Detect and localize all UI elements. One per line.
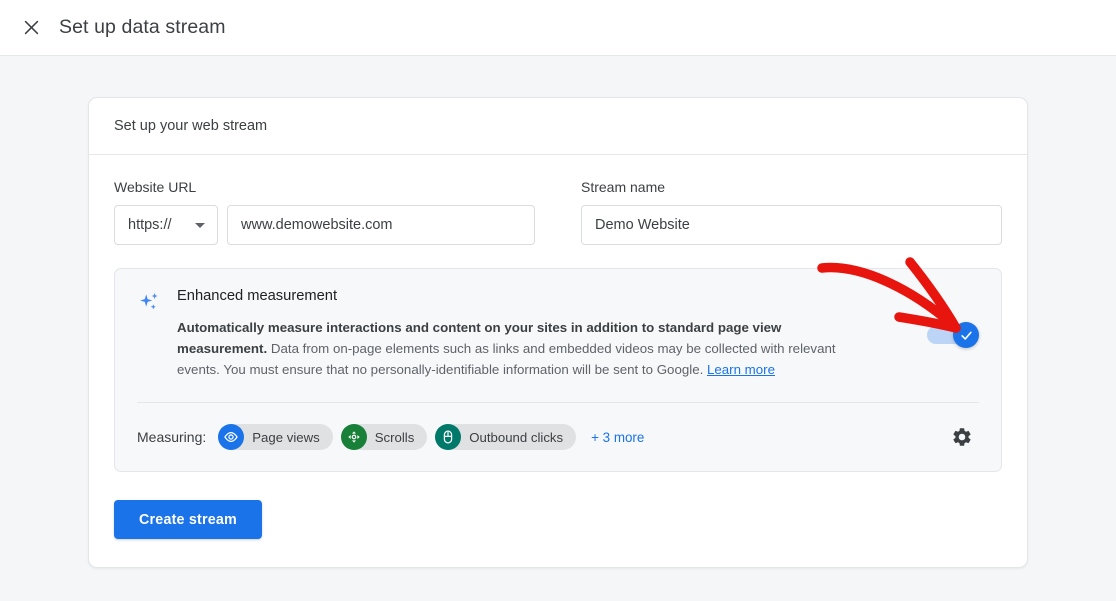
stream-name-input[interactable] <box>581 205 1002 245</box>
more-events-link[interactable]: + 3 more <box>591 430 644 445</box>
url-scheme-value: https:// <box>128 217 172 233</box>
card-header: Set up your web stream <box>89 98 1027 155</box>
enhanced-measurement-title: Enhanced measurement <box>177 288 979 304</box>
chip-scrolls[interactable]: Scrolls <box>341 424 428 450</box>
fields-row: Website URL https:// Stream name <box>114 179 1002 245</box>
website-url-group: Website URL https:// <box>114 179 535 245</box>
toggle-knob <box>953 322 979 348</box>
chip-outbound-clicks[interactable]: Outbound clicks <box>435 424 576 450</box>
measuring-row: Measuring: Page views <box>137 403 979 456</box>
measuring-label: Measuring: <box>137 429 206 445</box>
sparkle-icon-wrap <box>137 291 167 380</box>
chip-label: Page views <box>252 430 319 445</box>
learn-more-link[interactable]: Learn more <box>707 362 775 377</box>
app-header: Set up data stream <box>0 0 1116 56</box>
website-url-input[interactable] <box>227 205 535 245</box>
mouse-icon <box>435 424 461 450</box>
check-icon <box>959 328 974 343</box>
enhanced-measurement-panel: Enhanced measurement Automatically measu… <box>114 268 1002 472</box>
close-icon <box>22 18 41 37</box>
url-scheme-select[interactable]: https:// <box>114 205 218 245</box>
chip-page-views[interactable]: Page views <box>218 424 332 450</box>
enhanced-measurement-toggle[interactable] <box>927 322 979 348</box>
enhanced-measurement-content: Enhanced measurement Automatically measu… <box>167 288 979 380</box>
scroll-icon <box>341 424 367 450</box>
stream-name-label: Stream name <box>581 179 1002 195</box>
stream-name-group: Stream name <box>581 179 1002 245</box>
page-body: Set up your web stream Website URL https… <box>0 56 1116 601</box>
chip-label: Outbound clicks <box>469 430 563 445</box>
create-stream-button[interactable]: Create stream <box>114 500 262 539</box>
enhanced-measurement-settings-button[interactable] <box>945 420 979 454</box>
gear-icon <box>951 426 973 448</box>
enhanced-measurement-top: Enhanced measurement Automatically measu… <box>137 288 979 380</box>
sparkle-icon <box>137 291 163 317</box>
chevron-down-icon <box>195 223 205 228</box>
card-title: Set up your web stream <box>114 118 267 134</box>
page-title: Set up data stream <box>59 16 226 39</box>
eye-icon <box>218 424 244 450</box>
chip-label: Scrolls <box>375 430 415 445</box>
close-button[interactable] <box>14 11 48 45</box>
url-row: https:// <box>114 205 535 245</box>
card-body: Website URL https:// Stream name <box>89 155 1027 539</box>
setup-card: Set up your web stream Website URL https… <box>88 97 1028 568</box>
website-url-label: Website URL <box>114 179 535 195</box>
enhanced-measurement-description: Automatically measure interactions and c… <box>177 318 867 380</box>
